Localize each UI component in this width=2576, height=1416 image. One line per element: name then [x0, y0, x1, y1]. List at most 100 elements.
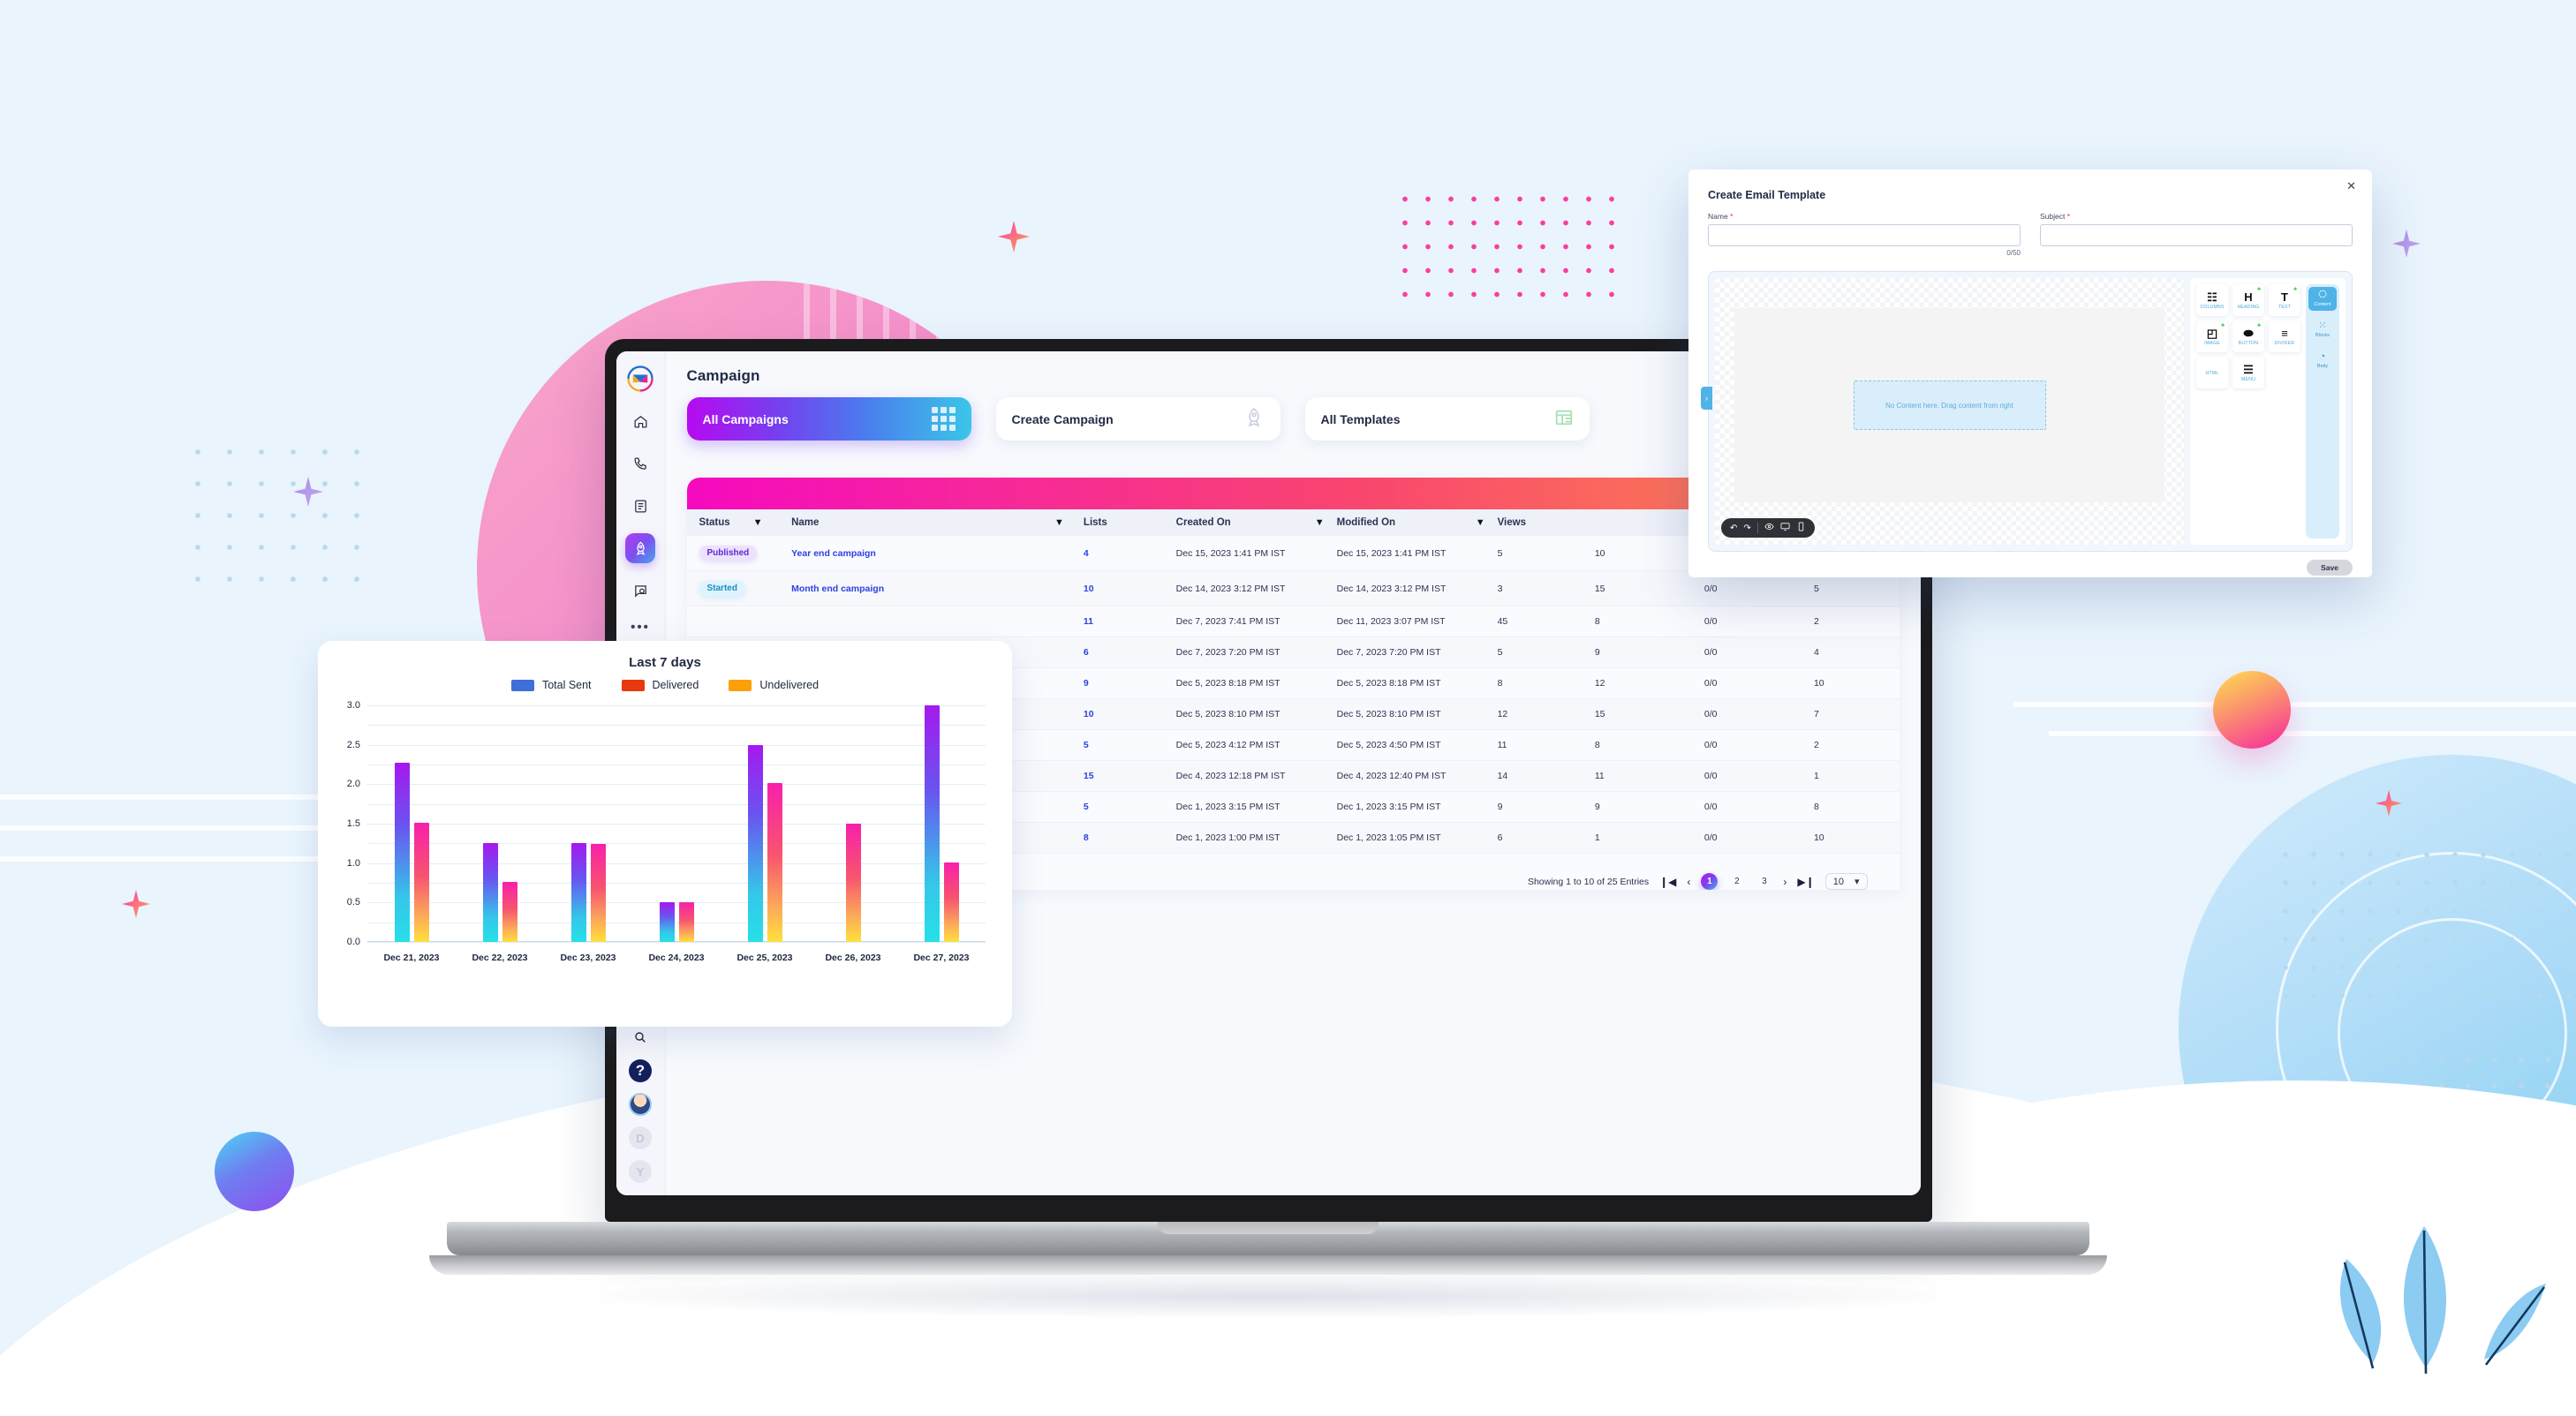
col-views[interactable]: Views: [1497, 509, 1595, 536]
legend-label: Total Sent: [541, 679, 592, 691]
bar-delivered: [943, 862, 959, 942]
avatar[interactable]: [629, 1093, 652, 1116]
rail-item-content[interactable]: ⎔ Content: [2308, 287, 2337, 311]
cell-extra-1: 15: [1594, 570, 1704, 606]
all-templates-button[interactable]: All Templates: [1304, 397, 1590, 441]
all-campaigns-button[interactable]: All Campaigns: [686, 397, 971, 441]
sidebar-item-home[interactable]: [625, 406, 655, 436]
create-campaign-button[interactable]: Create Campaign: [995, 397, 1280, 441]
dialog-title: Create Email Template: [1708, 189, 1826, 201]
help-icon[interactable]: ?: [629, 1059, 652, 1082]
editor-canvas[interactable]: No Content here. Drag content from right…: [1715, 278, 2184, 545]
cell-created-on: Dec 1, 2023 3:15 PM IST: [1175, 791, 1337, 823]
block-menu[interactable]: ☰ MENU: [2232, 357, 2264, 388]
dot-grid-decoration: [182, 436, 367, 593]
cell-modified-on: Dec 5, 2023 8:10 PM IST: [1336, 698, 1498, 730]
first-page-button[interactable]: ❙◀: [1659, 876, 1676, 888]
sidebar-item-calls[interactable]: [625, 448, 655, 478]
search-icon[interactable]: [633, 1030, 647, 1049]
sidebar-item-chat[interactable]: [625, 576, 655, 606]
col-lists[interactable]: Lists: [1083, 509, 1176, 536]
block-button[interactable]: ♣ ⬬ BUTTON: [2232, 320, 2264, 352]
cell-lists: 5: [1083, 729, 1176, 761]
col-status[interactable]: Status ▼: [686, 509, 792, 536]
preview-icon[interactable]: [1764, 522, 1774, 534]
next-page-button[interactable]: ›: [1783, 876, 1787, 888]
x-tick-label: Dec 21, 2023: [383, 953, 440, 963]
rail-label: Body: [2316, 364, 2329, 369]
bar-total-sent: [482, 843, 498, 942]
cell-created-on: Dec 15, 2023 1:41 PM IST: [1175, 536, 1337, 571]
undo-icon[interactable]: ↶: [1730, 523, 1737, 533]
cell-views: 5: [1497, 636, 1595, 668]
last-page-button[interactable]: ▶❙: [1797, 876, 1814, 888]
chart-x-axis: Dec 21, 2023 Dec 22, 2023 Dec 23, 2023 Dec …: [367, 953, 986, 963]
cell-created-on: Dec 7, 2023 7:41 PM IST: [1175, 606, 1337, 637]
sidebar-item-campaign[interactable]: [625, 533, 655, 563]
name-counter: 0/50: [2006, 249, 2021, 257]
legend-item: Delivered: [621, 679, 699, 691]
cell-name: Year end campaign: [791, 536, 1084, 571]
campaign-name-link[interactable]: Month end campaign: [791, 584, 884, 594]
filter-icon[interactable]: ▼: [1054, 517, 1064, 528]
blocks-grid: ☷ COLUMNS ♣ H HEADING ♣ T TEXT ♣ ◰ IMAGE ♣ ⬬ BUTTON ≡ D…: [2196, 284, 2300, 539]
sidebar-item-lists[interactable]: [625, 491, 655, 521]
cell-lists: 8: [1083, 822, 1176, 854]
badge-d[interactable]: D: [629, 1126, 652, 1149]
cell-extra-2: 0/0: [1703, 667, 1814, 699]
sparkle-icon: [293, 477, 323, 507]
campaign-name-link[interactable]: Year end campaign: [791, 548, 876, 559]
bar-total-sent: [924, 705, 940, 942]
page-size-select[interactable]: 10 ▾: [1824, 873, 1868, 890]
page-3-button[interactable]: 3: [1756, 873, 1772, 890]
subject-input[interactable]: [2040, 224, 2353, 246]
cell-lists: 11: [1083, 606, 1176, 637]
col-created-on[interactable]: Created On ▼: [1175, 509, 1337, 536]
filter-icon[interactable]: ▼: [753, 517, 763, 528]
filter-icon[interactable]: ▼: [1315, 517, 1325, 528]
drop-zone[interactable]: No Content here. Drag content from right: [1853, 380, 2046, 430]
col-name[interactable]: Name ▼: [791, 509, 1084, 536]
page-2-button[interactable]: 2: [1728, 873, 1745, 890]
sidebar-item-more[interactable]: •••: [631, 620, 650, 635]
mail-logo-icon[interactable]: [627, 365, 653, 392]
chevron-down-icon: ▾: [1854, 877, 1860, 887]
block-heading[interactable]: ♣ H HEADING: [2232, 284, 2264, 316]
desktop-icon[interactable]: [1780, 522, 1790, 534]
block-html[interactable]: HTML: [2196, 357, 2228, 388]
block-text[interactable]: ♣ T TEXT: [2269, 284, 2300, 316]
chart-card: Last 7 days Total Sent Delivered Undeliver…: [318, 641, 1012, 1027]
name-input[interactable]: [1708, 224, 2021, 246]
table-row[interactable]: 11 Dec 7, 2023 7:41 PM IST Dec 11, 2023 3:…: [686, 606, 1900, 637]
expand-panel-button[interactable]: ›: [1701, 387, 1712, 410]
cell-extra-3: 8: [1813, 791, 1900, 823]
cell-modified-on: Dec 15, 2023 1:41 PM IST: [1336, 536, 1498, 571]
block-columns[interactable]: ☷ COLUMNS: [2196, 284, 2228, 316]
canvas-content-area[interactable]: No Content here. Drag content from right: [1734, 308, 2164, 502]
prev-page-button[interactable]: ‹: [1687, 876, 1690, 888]
redo-icon[interactable]: ↷: [1743, 523, 1750, 533]
bar-group: [456, 705, 544, 942]
blocks-panel: › ☷ COLUMNS ♣ H HEADING ♣ T TEXT ♣ ◰ IMAGE ♣ ⬬ BUTTON…: [1701, 278, 2346, 545]
y-tick-label: 1.0: [346, 857, 360, 869]
filter-icon[interactable]: ▼: [1476, 517, 1485, 528]
close-icon[interactable]: ✕: [2346, 179, 2356, 193]
bar-delivered: [502, 882, 517, 942]
page-1-button[interactable]: 1: [1701, 873, 1719, 890]
y-tick-label: 3.0: [346, 700, 360, 711]
block-glyph-icon: T: [2281, 290, 2288, 304]
add-icon: ♣: [2293, 287, 2297, 292]
save-button[interactable]: Save: [2307, 560, 2353, 576]
dot-grid-decoration: [1394, 187, 1632, 313]
y-tick-label: 2.0: [346, 779, 360, 790]
y-tick-label: 1.5: [346, 818, 360, 829]
block-divider[interactable]: ≡ DIVIDER: [2269, 320, 2300, 352]
cell-views: 8: [1497, 667, 1595, 699]
mobile-icon[interactable]: [1796, 522, 1806, 534]
col-modified-on[interactable]: Modified On ▼: [1336, 509, 1498, 536]
badge-y[interactable]: Y: [629, 1160, 652, 1183]
rail-item-blocks[interactable]: ⁙ Blocks: [2308, 318, 2337, 342]
block-image[interactable]: ♣ ◰ IMAGE: [2196, 320, 2228, 352]
cell-lists: 10: [1083, 698, 1176, 730]
rail-item-body[interactable]: ◔ Body: [2308, 349, 2337, 373]
